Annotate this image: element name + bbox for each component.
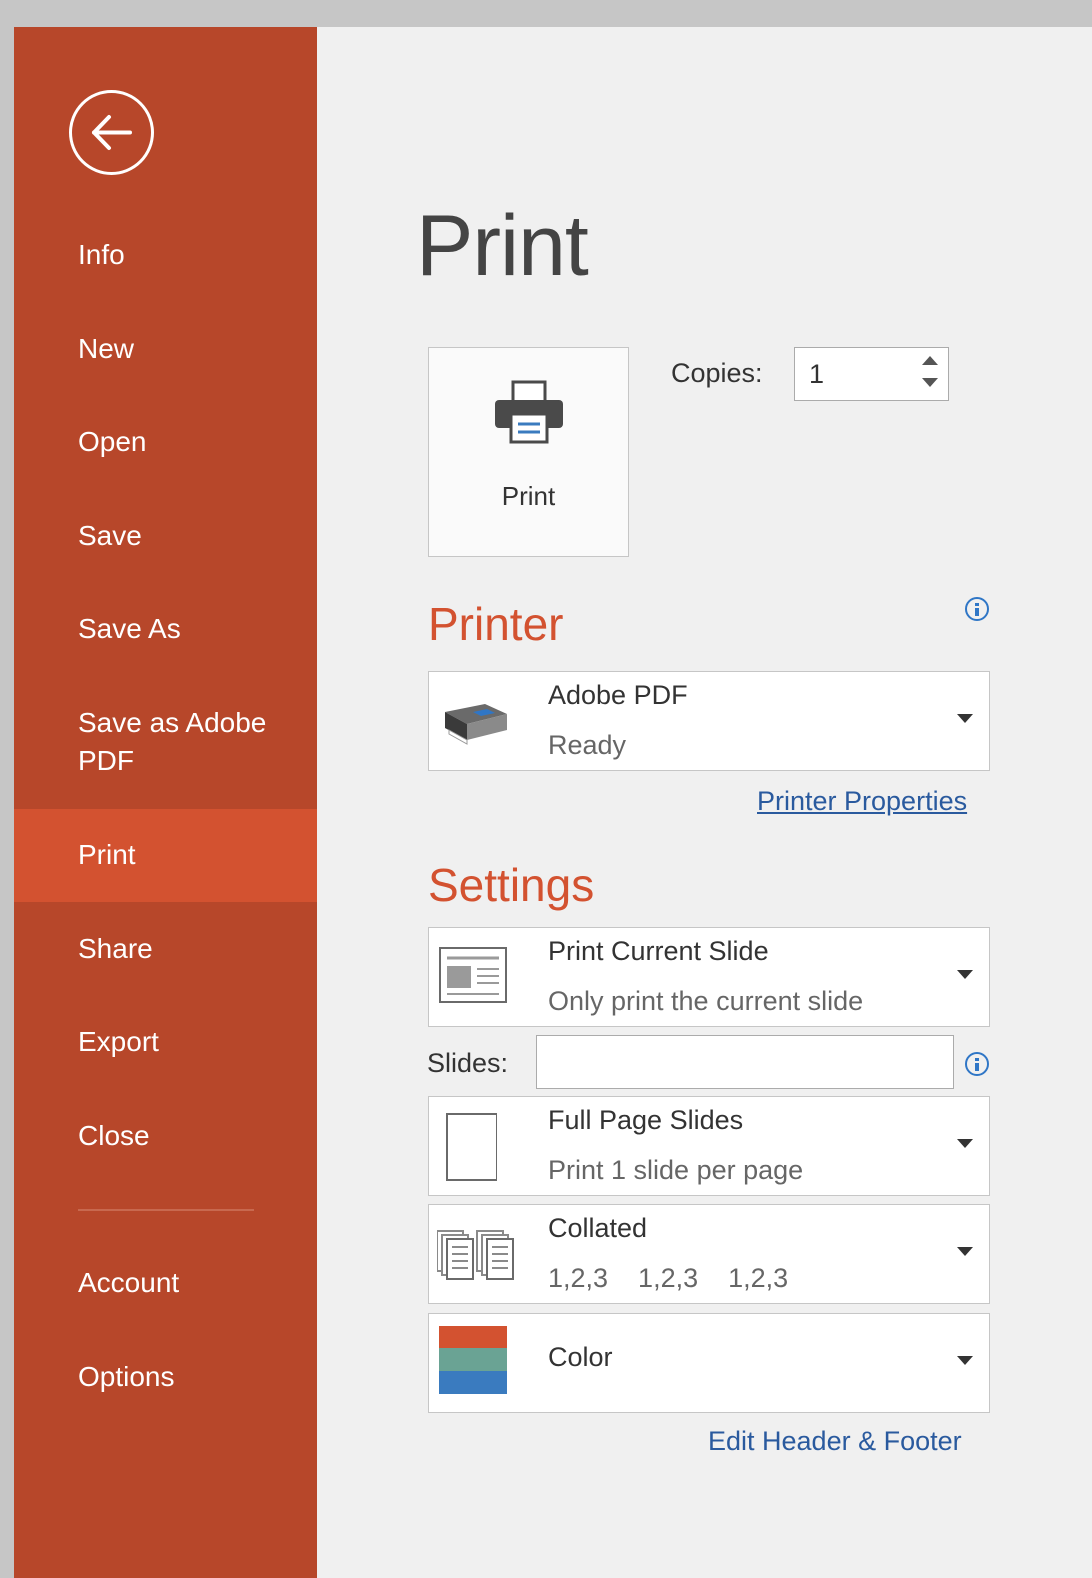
collation-value: Collated (548, 1213, 648, 1243)
settings-heading: Settings (428, 859, 595, 911)
page-title: Print (416, 198, 589, 294)
copies-label: Copies: (671, 358, 763, 388)
spin-down-icon[interactable] (922, 378, 938, 387)
sidebar-item-options[interactable]: Options (14, 1358, 317, 1396)
sidebar-item-print[interactable]: Print (14, 809, 317, 902)
chevron-down-icon (957, 970, 973, 979)
color-swatch-icon (439, 1326, 507, 1394)
sidebar-item-label: Close (78, 1120, 150, 1151)
backstage-sidebar: Info New Open Save Save As Save as Adobe… (14, 27, 317, 1578)
collated-icon (437, 1230, 514, 1280)
printer-dropdown[interactable]: Adobe PDF Ready (428, 671, 990, 771)
printer-info-icon[interactable] (965, 597, 989, 621)
sidebar-item-new[interactable]: New (14, 330, 317, 368)
sidebar-item-label: Save (78, 520, 142, 551)
chevron-down-icon (957, 714, 973, 723)
printer-status: Ready (548, 730, 627, 760)
sidebar-item-info[interactable]: Info (14, 236, 317, 274)
print-button[interactable]: Print (428, 347, 629, 557)
chevron-down-icon (957, 1139, 973, 1148)
sidebar-item-label: Save as Adobe PDF (78, 707, 267, 776)
printer-heading: Printer (428, 598, 564, 650)
full-page-icon (446, 1113, 497, 1181)
print-button-label: Print (501, 481, 556, 511)
sidebar-item-label: New (78, 333, 135, 364)
printer-icon (495, 380, 563, 444)
sidebar-item-label: Share (78, 933, 153, 964)
slide-layout-icon (439, 947, 507, 1003)
collation-dropdown[interactable]: Collated 1,2,3 1,2,3 1,2,3 (428, 1204, 990, 1304)
layout-dropdown[interactable]: Full Page Slides Print 1 slide per page (428, 1096, 990, 1196)
slides-label: Slides: (427, 1048, 509, 1078)
printer-device-icon (445, 704, 507, 745)
sidebar-item-label: Open (78, 426, 147, 457)
backstage-window: Info New Open Save Save As Save as Adobe… (14, 27, 1092, 1578)
copies-value[interactable]: 1 (809, 359, 824, 390)
sidebar-item-label: Options (78, 1361, 175, 1392)
printer-name: Adobe PDF (548, 680, 688, 710)
back-arrow-icon (92, 115, 132, 150)
layout-value: Full Page Slides (548, 1105, 744, 1135)
sidebar-divider (78, 1209, 254, 1211)
chevron-down-icon (957, 1356, 973, 1365)
layout-description: Print 1 slide per page (548, 1155, 804, 1185)
print-range-description: Only print the current slide (548, 986, 864, 1016)
sidebar-item-label: Export (78, 1026, 159, 1057)
collation-description: 1,2,3 1,2,3 1,2,3 (548, 1263, 789, 1293)
sidebar-item-open[interactable]: Open (14, 423, 317, 461)
sidebar-item-export[interactable]: Export (14, 1023, 317, 1061)
sidebar-item-label: Save As (78, 613, 181, 644)
spin-up-icon[interactable] (922, 356, 938, 365)
print-range-dropdown[interactable]: Print Current Slide Only print the curre… (428, 927, 990, 1027)
printer-properties-link[interactable]: Printer Properties (757, 786, 967, 817)
sidebar-item-save-as[interactable]: Save As (14, 610, 317, 648)
color-dropdown[interactable]: Color (428, 1313, 990, 1413)
sidebar-item-label: Account (78, 1267, 180, 1298)
color-value: Color (548, 1342, 613, 1372)
edit-header-footer-link[interactable]: Edit Header & Footer (708, 1426, 962, 1457)
back-button[interactable] (69, 90, 154, 175)
slides-input[interactable] (536, 1035, 954, 1089)
chevron-down-icon (957, 1247, 973, 1256)
sidebar-item-share[interactable]: Share (14, 930, 317, 968)
sidebar-item-label: Info (78, 239, 125, 270)
copies-stepper[interactable]: 1 (794, 347, 949, 401)
slides-info-icon[interactable] (965, 1052, 989, 1076)
sidebar-item-label: Print (78, 839, 136, 870)
sidebar-item-save[interactable]: Save (14, 517, 317, 555)
sidebar-item-account[interactable]: Account (14, 1264, 317, 1302)
sidebar-item-save-as-adobe-pdf[interactable]: Save as Adobe PDF (14, 704, 317, 780)
sidebar-item-close[interactable]: Close (14, 1117, 317, 1155)
print-range-value: Print Current Slide (548, 936, 769, 966)
